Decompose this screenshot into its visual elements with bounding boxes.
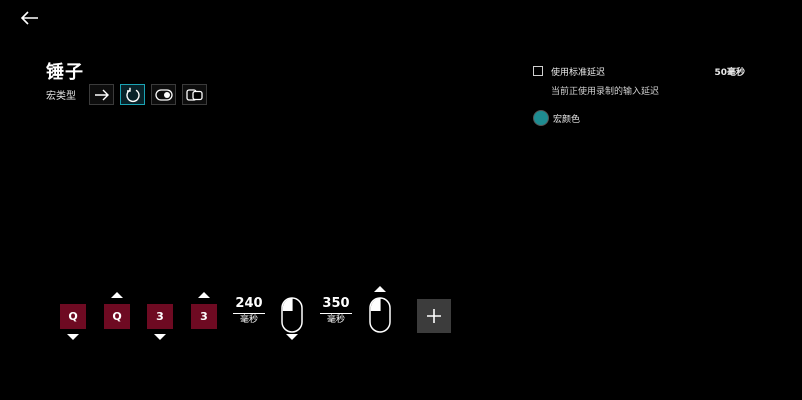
macro-color-label: 宏颜色 [553, 115, 581, 125]
mouse-down-icon [286, 334, 298, 340]
mouse-click-tile[interactable] [368, 297, 392, 333]
macro-type-single-button[interactable] [89, 84, 114, 105]
sequence-step [277, 286, 307, 346]
macro-title: 锤子 [46, 62, 84, 83]
key-press-tile[interactable]: Q [60, 304, 86, 329]
key-up-icon [198, 292, 210, 298]
macro-sequence: Q Q 3 3 240 毫秒 350 毫秒 [0, 286, 802, 346]
repeat-loop-icon [125, 87, 140, 102]
standard-delay-value: 50毫秒 [714, 68, 745, 78]
macro-type-repeat-button[interactable] [120, 84, 145, 105]
sequence-step [365, 286, 395, 346]
sequence-step: 3 [189, 286, 219, 346]
key-up-icon [111, 292, 123, 298]
delay-unit: 毫秒 [239, 315, 258, 325]
mouse-left-click-icon [369, 297, 391, 333]
mouse-left-click-icon [281, 297, 303, 333]
toggle-icon [154, 88, 173, 101]
delay-value: 240 [235, 296, 263, 311]
macro-type-label: 宏类型 [46, 91, 76, 102]
standard-delay-checkbox[interactable] [533, 66, 543, 76]
macro-type-sequence-button[interactable] [182, 84, 207, 105]
sequence-step: 3 [145, 286, 175, 346]
macro-color-swatch[interactable] [533, 110, 549, 126]
mouse-up-icon [374, 286, 386, 292]
key-press-tile[interactable]: 3 [147, 304, 173, 329]
sequence-step: Q [58, 286, 88, 346]
arrow-right-icon [94, 89, 109, 100]
standard-delay-row: 使用标准延迟 50毫秒 [533, 64, 745, 78]
plus-icon [427, 309, 441, 323]
key-press-tile[interactable]: Q [104, 304, 130, 329]
delay-description: 当前正使用录制的输入延迟 [551, 87, 660, 97]
add-step-button[interactable] [417, 299, 451, 333]
arrow-left-icon [20, 11, 38, 25]
macro-type-toggle-button[interactable] [151, 84, 176, 105]
delay-unit: 毫秒 [326, 315, 345, 325]
key-press-tile[interactable]: 3 [191, 304, 217, 329]
back-button[interactable] [20, 10, 40, 26]
delay-step[interactable]: 350 毫秒 [320, 296, 352, 326]
macro-type-options [89, 84, 207, 105]
delay-step[interactable]: 240 毫秒 [233, 296, 265, 326]
delay-divider [320, 313, 352, 314]
delay-divider [233, 313, 265, 314]
standard-delay-label: 使用标准延迟 [551, 68, 606, 78]
sequence-step: Q [102, 286, 132, 346]
key-down-icon [154, 334, 166, 340]
mouse-click-tile[interactable] [280, 297, 304, 333]
delay-value: 350 [322, 296, 350, 311]
sequence-icon [185, 88, 203, 101]
key-down-icon [67, 334, 79, 340]
